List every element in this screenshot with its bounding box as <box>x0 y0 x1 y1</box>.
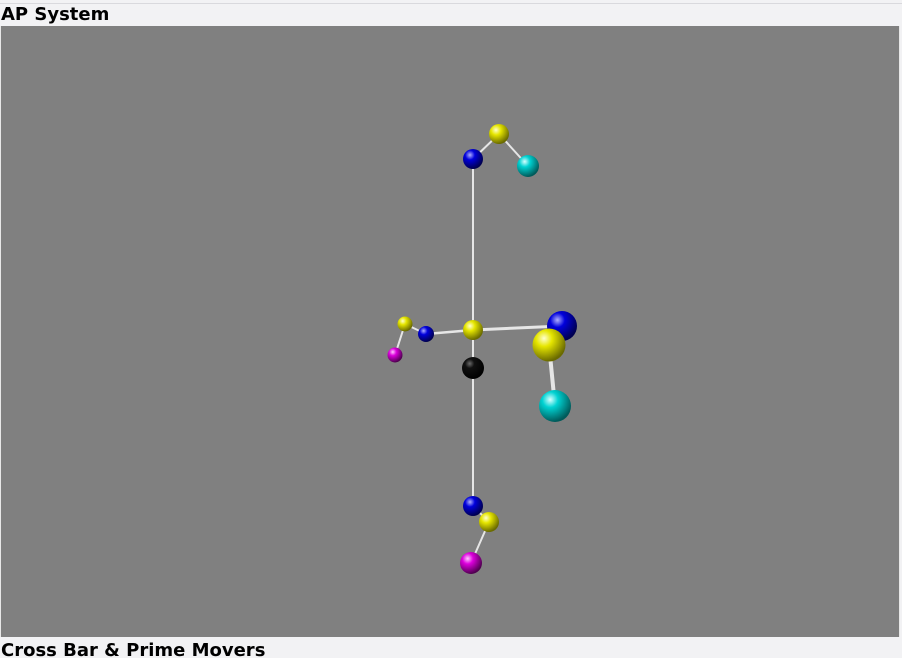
sphere-right-cyan[interactable] <box>539 390 571 422</box>
panel-title-ap-system: AP System <box>1 4 110 25</box>
panel-title-cross-bar: Cross Bar & Prime Movers <box>1 640 266 658</box>
sphere-center-black[interactable] <box>462 357 484 379</box>
sphere-bottom-blue[interactable] <box>463 496 483 516</box>
sphere-left-magenta[interactable] <box>387 347 403 363</box>
sphere-top-yellow[interactable] <box>489 124 509 144</box>
sphere-right-yellow[interactable] <box>532 328 566 362</box>
3d-viewport[interactable] <box>0 26 900 637</box>
top-divider <box>0 3 902 4</box>
nodes-layer <box>387 124 577 574</box>
molecule-scene[interactable] <box>1 26 901 637</box>
page: AP System Cross Bar & Prime Movers <box>0 0 902 658</box>
sphere-left-blue[interactable] <box>418 326 434 342</box>
sphere-center-yellow[interactable] <box>463 320 483 340</box>
sphere-left-yellow[interactable] <box>397 316 413 332</box>
sphere-bottom-magenta[interactable] <box>460 552 482 574</box>
sphere-top-cyan[interactable] <box>517 155 539 177</box>
sphere-bottom-yellow[interactable] <box>479 512 499 532</box>
sphere-top-blue[interactable] <box>463 149 483 169</box>
